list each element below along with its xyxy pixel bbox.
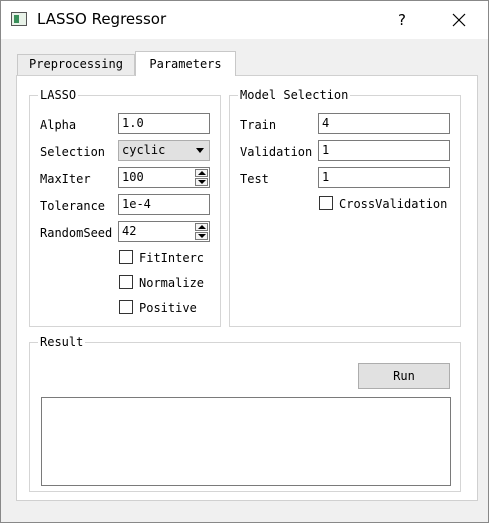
result-output-area[interactable] [41,397,451,486]
window-title: LASSO Regressor [37,10,167,28]
positive-checkbox[interactable] [119,300,133,314]
result-group-title: Result [38,335,86,349]
alpha-label: Alpha [40,118,77,132]
help-button[interactable]: ? [391,9,413,31]
selection-value: cyclic [122,143,166,157]
spin-up-icon[interactable] [195,169,208,177]
selection-dropdown[interactable]: cyclic [118,140,210,161]
run-button[interactable]: Run [358,363,450,389]
chevron-down-icon [196,148,204,153]
close-button[interactable] [447,8,471,32]
fit-intercept-label[interactable]: FitInterc [139,251,204,265]
normalize-checkbox[interactable] [119,275,133,289]
alpha-input[interactable]: 1.0 [118,113,210,134]
dialog-window: LASSO Regressor ? Preprocessing Paramete… [0,0,489,523]
positive-label[interactable]: Positive [139,301,197,315]
result-group: Result Run [29,335,461,492]
randomseed-label: RandomSeed [40,226,113,240]
validation-input[interactable]: 1 [318,140,450,161]
close-icon [452,13,466,27]
randomseed-spin-buttons [195,223,208,240]
title-bar[interactable]: LASSO Regressor ? [1,1,488,39]
app-window-icon [11,12,27,26]
tolerance-label: Tolerance [40,199,106,213]
tab-parameters[interactable]: Parameters [135,51,236,76]
cross-validation-checkbox[interactable] [319,196,333,210]
randomseed-spinbox[interactable]: 42 [118,221,210,242]
test-input[interactable]: 1 [318,167,450,188]
normalize-label[interactable]: Normalize [139,276,204,290]
model-selection-title: Model Selection [238,88,351,102]
lasso-group-title: LASSO [38,88,79,102]
maxiter-spinbox[interactable]: 100 [118,167,210,188]
maxiter-label: MaxIter [40,172,91,186]
selection-label: Selection [40,145,106,159]
lasso-group: LASSO Alpha 1.0 Selection cyclic MaxIter… [29,88,221,327]
cross-validation-label[interactable]: CrossValidation [339,197,447,211]
spin-down-icon[interactable] [195,232,208,240]
fit-intercept-checkbox[interactable] [119,250,133,264]
test-label: Test [240,172,269,186]
validation-label: Validation [240,145,313,159]
spin-up-icon[interactable] [195,223,208,231]
tab-preprocessing[interactable]: Preprocessing [17,54,135,75]
train-label: Train [240,118,277,132]
parameters-panel: LASSO Alpha 1.0 Selection cyclic MaxIter… [16,75,478,501]
maxiter-spin-buttons [195,169,208,186]
model-selection-group: Model Selection Train 4 Validation 1 Tes… [229,88,461,327]
randomseed-value: 42 [122,224,137,238]
tolerance-input[interactable]: 1e-4 [118,194,210,215]
spin-down-icon[interactable] [195,178,208,186]
train-input[interactable]: 4 [318,113,450,134]
maxiter-value: 100 [122,170,144,184]
